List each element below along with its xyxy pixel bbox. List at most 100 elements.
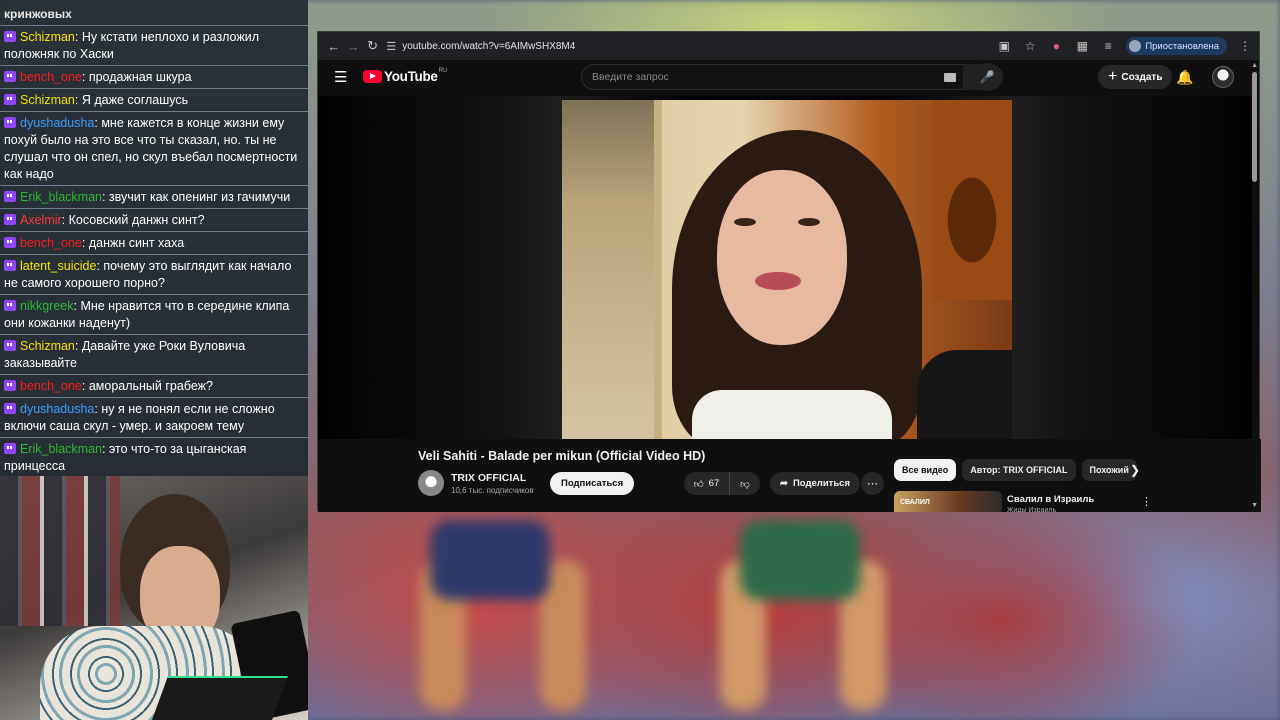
notifications-bell-icon[interactable]: 🔔 <box>1176 69 1193 86</box>
twitch-badge-icon <box>4 214 16 225</box>
video-player[interactable] <box>318 96 1252 439</box>
chat-message: Erik_blackman: это что-то за цыганская п… <box>0 438 308 478</box>
chat-username[interactable]: dyushadusha <box>20 116 94 130</box>
like-dislike-group: 👍︎ 67 👎︎ <box>684 472 760 495</box>
chip-author[interactable]: Автор: TRIX OFFICIAL <box>962 459 1076 481</box>
browser-toolbar: ← → ↻ ☰ youtube.com/watch?v=6AIMwSHX8M4 … <box>318 32 1259 60</box>
more-actions-icon[interactable]: ⋯ <box>861 472 884 495</box>
chat-message-text: : Косовский данжн синт? <box>61 213 205 227</box>
keyboard-icon[interactable] <box>944 73 956 82</box>
profile-button[interactable]: Приостановлена <box>1126 37 1228 55</box>
thumbs-up-icon: 👍︎ <box>693 478 704 490</box>
chat-message: latent_suicide: почему это выглядит как … <box>0 255 308 295</box>
forward-icon[interactable]: → <box>343 35 362 57</box>
chat-username[interactable]: Axelmir <box>20 213 62 227</box>
search-input[interactable]: Введите запрос <box>581 64 965 90</box>
webcam-feed <box>0 476 308 720</box>
chat-message: Erik_blackman: звучит как опенинг из гач… <box>0 186 308 209</box>
voice-search-button[interactable]: 🎤 <box>973 63 1001 91</box>
share-label: Поделиться <box>792 478 850 489</box>
chat-username[interactable]: Erik_blackman <box>20 190 102 204</box>
keyboard <box>151 676 289 720</box>
singer-eye-right <box>798 218 820 226</box>
twitch-badge-icon <box>4 300 16 311</box>
chat-username[interactable]: Erik_blackman <box>20 442 102 456</box>
create-label: Создать <box>1121 71 1163 83</box>
painting-frame <box>562 100 662 439</box>
chat-username[interactable]: Schizman <box>20 93 75 107</box>
recommended-title[interactable]: Свалил в Израиль <box>1007 494 1094 505</box>
chat-username[interactable]: bench_one <box>20 379 82 393</box>
extensions-icon[interactable]: ▦ <box>1074 39 1090 53</box>
back-icon[interactable]: ← <box>324 35 343 57</box>
share-button[interactable]: ➦ Поделиться <box>770 472 860 495</box>
twitch-badge-icon <box>4 94 16 105</box>
address-bar[interactable]: ☰ youtube.com/watch?v=6AIMwSHX8M4 <box>386 40 986 53</box>
stream-chat: кринжовых Schizman: Ну кстати неплохо и … <box>0 0 308 501</box>
install-app-icon[interactable]: ▣ <box>996 39 1012 53</box>
chip-similar[interactable]: Похожий <box>1081 459 1137 481</box>
youtube-logo[interactable]: YouTube RU <box>363 67 448 84</box>
page-scrollbar[interactable] <box>1252 72 1257 182</box>
chat-username[interactable]: bench_one <box>20 70 82 84</box>
chat-message: nikkgreek: Мне нравится что в середине к… <box>0 295 308 335</box>
chat-message: Schizman: Ну кстати неплохо и разложил п… <box>0 26 308 66</box>
channel-avatar[interactable] <box>418 470 444 496</box>
extension-badge-icon[interactable]: ● <box>1048 39 1064 53</box>
bookmark-star-icon[interactable]: ☆ <box>1022 39 1038 53</box>
wall-posters <box>0 476 120 626</box>
chat-username[interactable]: bench_one <box>20 236 82 250</box>
twitch-badge-icon <box>4 403 16 414</box>
subscribe-button[interactable]: Подписаться <box>550 472 635 495</box>
like-button[interactable]: 👍︎ 67 <box>684 472 730 495</box>
youtube-wordmark: YouTube <box>384 69 438 84</box>
chat-username[interactable]: latent_suicide <box>20 259 96 273</box>
guitar <box>932 100 1012 300</box>
chat-message: Axelmir: Косовский данжн синт? <box>0 209 308 232</box>
recommended-menu-icon[interactable]: ⋮ <box>1141 495 1152 508</box>
chat-message-list: Schizman: Ну кстати неплохо и разложил п… <box>0 26 308 501</box>
dislike-button[interactable]: 👎︎ <box>730 472 760 495</box>
twitch-badge-icon <box>4 380 16 391</box>
chat-message: dyushadusha: ну я не понял если не сложн… <box>0 398 308 438</box>
recommended-thumbnail[interactable]: СВАЛИЛ <box>894 491 1002 512</box>
reload-icon[interactable]: ↻ <box>363 35 382 57</box>
chat-username[interactable]: Schizman <box>20 339 75 353</box>
chat-message-text: : аморальный грабеж? <box>81 379 213 393</box>
chat-message: bench_one: данжн синт хаха <box>0 232 308 255</box>
site-info-icon[interactable]: ☰ <box>386 40 396 53</box>
channel-name[interactable]: TRIX OFFICIAL <box>451 472 526 484</box>
singer-eye-left <box>734 218 756 226</box>
singer-collar <box>692 390 892 439</box>
chip-all-videos[interactable]: Все видео <box>894 459 957 481</box>
twitch-badge-icon <box>4 443 16 454</box>
media-controls-icon[interactable]: ≡ <box>1100 39 1116 53</box>
thumbs-down-icon: 👎︎ <box>740 478 750 490</box>
hamburger-menu-icon[interactable]: ☰ <box>334 70 347 85</box>
twitch-badge-icon <box>4 31 16 42</box>
subscriber-count: 10,6 тыс. подписчиков <box>451 486 534 495</box>
chat-message-text: : Я даже соглашусь <box>74 93 189 107</box>
browser-menu-icon[interactable]: ⋮ <box>1237 39 1253 53</box>
twitch-badge-icon <box>4 71 16 82</box>
region-code: RU <box>438 67 448 74</box>
chat-message: Schizman: Я даже соглашусь <box>0 89 308 112</box>
create-button[interactable]: + Создать <box>1098 65 1173 89</box>
chat-username[interactable]: Schizman <box>20 30 75 44</box>
profile-avatar <box>1129 40 1142 52</box>
browser-window: ← → ↻ ☰ youtube.com/watch?v=6AIMwSHX8M4 … <box>317 31 1261 512</box>
chat-username[interactable]: dyushadusha <box>20 402 94 416</box>
scroll-up-arrow-icon[interactable]: ▲ <box>1251 62 1258 69</box>
chat-message: dyushadusha: мне кажется в конце жизни е… <box>0 112 308 186</box>
video-frame[interactable] <box>562 100 1012 439</box>
microphone-icon: 🎤 <box>979 70 995 84</box>
account-avatar[interactable] <box>1212 66 1234 88</box>
twitch-badge-icon <box>4 237 16 248</box>
chat-header: кринжовых <box>0 0 308 26</box>
chat-message-text: : продажная шкура <box>81 70 192 84</box>
scroll-down-arrow-icon[interactable]: ▼ <box>1251 502 1258 509</box>
chevron-right-icon[interactable]: ❯ <box>1130 463 1140 477</box>
chat-username[interactable]: nikkgreek <box>20 299 74 313</box>
chat-message: bench_one: продажная шкура <box>0 66 308 89</box>
url-text: youtube.com/watch?v=6AIMwSHX8M4 <box>402 40 576 52</box>
